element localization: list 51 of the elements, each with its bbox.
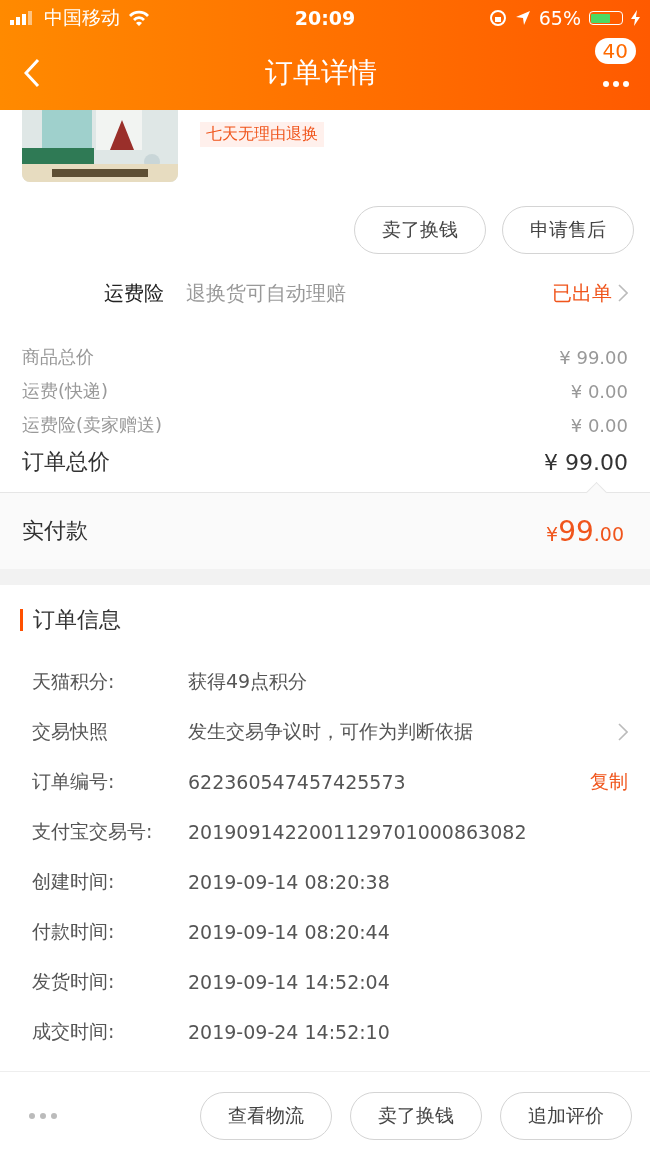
info-label: 订单编号: [32, 769, 116, 794]
chevron-right-icon [618, 723, 628, 741]
info-label: 发货时间: [32, 969, 116, 994]
total-value: ¥ 99.00 [544, 449, 628, 475]
price-label: 商品总价 [22, 345, 94, 369]
paid-amount: ¥99.00 [546, 514, 624, 548]
action-button[interactable]: 卖了换钱 [350, 1092, 482, 1140]
page-title: 订单详情 [265, 55, 377, 91]
info-value: 获得49点积分 [188, 669, 309, 694]
insurance-label: 运费险 [104, 279, 164, 307]
info-value: 622360547457425573 [188, 771, 407, 793]
info-value: 2019091422001129701000863082 [188, 821, 528, 843]
action-button[interactable]: 查看物流 [200, 1092, 332, 1140]
price-value: ¥ 99.00 [559, 346, 628, 368]
price-value: ¥ 0.00 [570, 414, 628, 436]
info-value: 2019-09-14 14:52:04 [188, 971, 391, 993]
more-icon[interactable] [602, 80, 630, 88]
message-count-badge: 40 [594, 38, 636, 64]
copy-link[interactable]: 复制 [590, 769, 628, 795]
action-button[interactable]: 申请售后 [502, 206, 634, 254]
price-value: ¥ 0.00 [570, 380, 628, 402]
info-label: 天猫积分: [32, 669, 116, 694]
info-label: 成交时间: [32, 1019, 116, 1044]
location-arrow-icon [514, 10, 531, 26]
info-label: 付款时间: [32, 919, 116, 944]
battery-percent: 65% [538, 7, 581, 29]
price-label: 运费(快递) [22, 379, 109, 403]
wifi-icon [128, 10, 150, 26]
insurance-description: 退换货可自动理赔 [186, 279, 347, 307]
chevron-right-icon [618, 284, 628, 302]
more-icon[interactable] [28, 1112, 58, 1120]
info-label: 创建时间: [32, 869, 116, 894]
info-value: 2019-09-14 08:20:44 [188, 921, 391, 943]
carrier-name: 中国移动 [44, 5, 120, 30]
charging-bolt-icon [631, 10, 640, 26]
rotation-lock-icon [488, 9, 507, 27]
back-icon[interactable] [24, 58, 40, 88]
info-label: 交易快照 [32, 719, 109, 744]
info-label: 支付宝交易号: [32, 819, 154, 844]
action-button[interactable]: 卖了换钱 [354, 206, 486, 254]
info-value[interactable]: 发生交易争议时，可作为判断依据 [188, 719, 618, 745]
info-value: 2019-09-24 14:52:10 [188, 1021, 391, 1043]
battery-icon [589, 11, 623, 25]
clock-time: 20:09 [294, 7, 356, 29]
total-label: 订单总价 [22, 448, 110, 476]
info-value: 2019-09-14 08:20:38 [188, 871, 391, 893]
section-title: 订单信息 [33, 606, 121, 634]
return-policy-tag: 七天无理由退换 [200, 122, 324, 147]
paid-label: 实付款 [22, 517, 88, 545]
price-label: 运费险(卖家赠送) [22, 413, 163, 437]
action-button[interactable]: 追加评价 [500, 1092, 632, 1140]
